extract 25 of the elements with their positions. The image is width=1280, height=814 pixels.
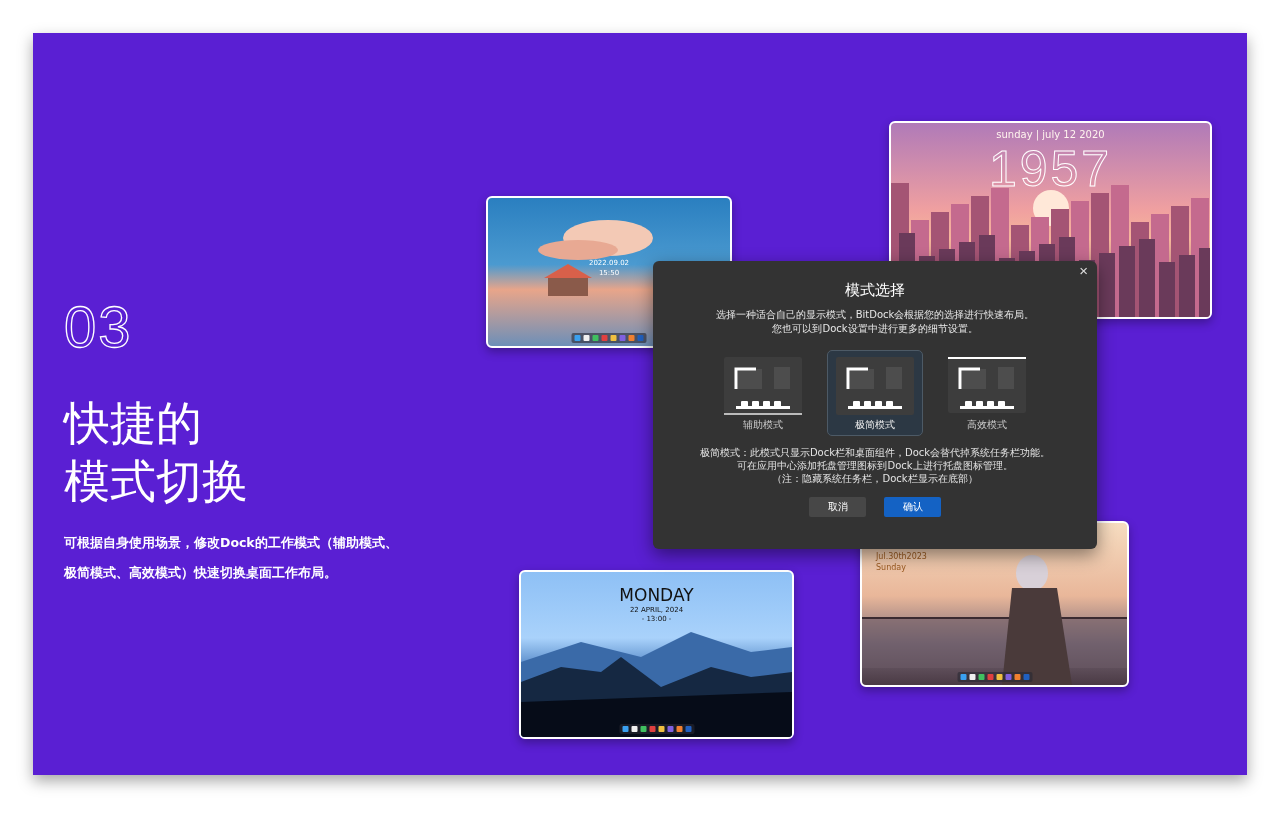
dialog-subtitle: 您也可以到Dock设置中进行更多的细节设置。 [772, 322, 978, 336]
section-heading: 快捷的 [64, 395, 202, 452]
desktop-clock-text: 1957 [988, 142, 1113, 197]
section-heading: 模式切换 [64, 453, 248, 510]
dialog-subtitle: 选择一种适合自己的显示模式，BitDock会根据您的选择进行快速布局。 [715, 308, 1035, 322]
mode-description: （注：隐藏系统任务栏，Dock栏显示在底部） [772, 472, 978, 485]
desktop-clock-text: MONDAY [619, 586, 694, 605]
mode-option[interactable]: 极简模式 [827, 350, 923, 436]
confirm-button[interactable]: 确认 [884, 497, 941, 517]
mode-description: 可在应用中心添加托盘管理图标到Dock上进行托盘图标管理。 [737, 459, 1013, 472]
dialog-title: 模式选择 [845, 281, 905, 300]
desktop-clock-text: Sunday [876, 563, 906, 573]
section-description: 可根据自身使用场景，修改Dock的工作模式（辅助模式、极简模式、高效模式）快速切换桌面工作布局。 [64, 534, 399, 582]
close-button[interactable]: × [1076, 262, 1091, 279]
layout-preview-icon [948, 357, 1026, 415]
desktop-clock-text: sunday | july 12 2020 [996, 129, 1105, 140]
layout-preview-icon [724, 357, 802, 415]
layout-preview-icon [836, 357, 914, 415]
cancel-button[interactable]: 取消 [809, 497, 866, 517]
section-number: 03 [64, 298, 133, 356]
desktop-clock-text: Jul.30th2023 [876, 553, 927, 562]
mode-description: 极简模式：此模式只显示Dock栏和桌面组件，Dock会替代掉系统任务栏功能。 [699, 446, 1051, 459]
house-drawing [544, 264, 592, 296]
mode-option[interactable]: 辅助模式 [715, 350, 811, 436]
mode-option[interactable]: 高效模式 [939, 350, 1035, 436]
